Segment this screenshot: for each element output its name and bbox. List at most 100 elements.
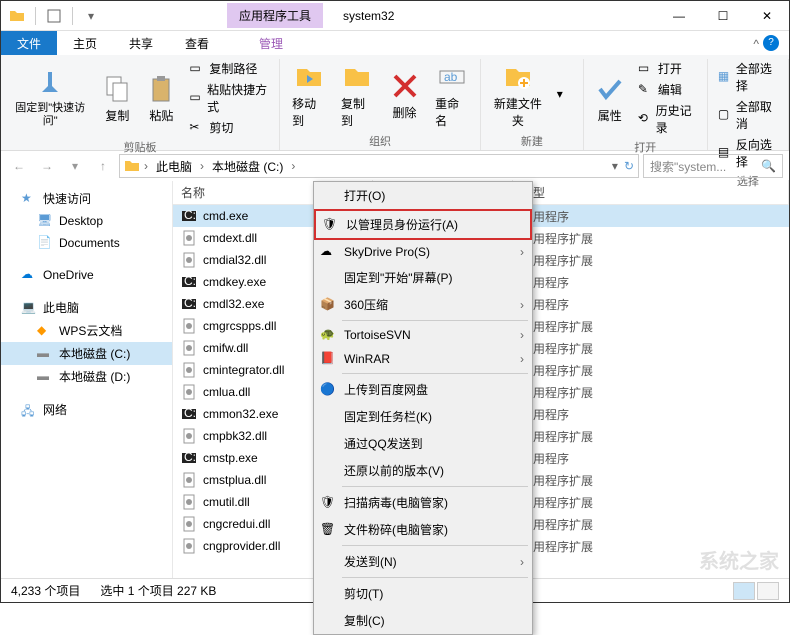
sidebar-item-pc[interactable]: 💻此电脑: [1, 296, 172, 319]
context-item[interactable]: 🗑文件粉碎(电脑管家): [314, 516, 532, 543]
maximize-button[interactable]: ☐: [701, 2, 745, 30]
crumb-disk[interactable]: 本地磁盘 (C:): [208, 156, 287, 177]
chevron-right-icon[interactable]: ›: [198, 159, 206, 173]
context-item[interactable]: 🛡扫描病毒(电脑管家): [314, 489, 532, 516]
address-dropdown-icon[interactable]: ▾: [612, 159, 618, 173]
selectnone-icon: ▢: [718, 107, 732, 123]
forward-button[interactable]: →: [35, 154, 59, 178]
context-item[interactable]: 还原以前的版本(V): [314, 457, 532, 484]
moveto-button[interactable]: 移动到: [286, 59, 331, 131]
svg-text:ab: ab: [444, 70, 458, 84]
refresh-icon[interactable]: ↻: [624, 159, 634, 173]
back-button[interactable]: ←: [7, 154, 31, 178]
tab-manage[interactable]: 管理: [243, 31, 299, 56]
minimize-button[interactable]: —: [657, 2, 701, 30]
search-input[interactable]: 搜索"system...🔍: [643, 154, 783, 178]
context-item[interactable]: 复制(C): [314, 607, 532, 634]
sidebar-item-diskc[interactable]: ▬本地磁盘 (C:): [1, 342, 172, 365]
file-type: 应用程序: [513, 208, 789, 225]
context-item[interactable]: 📦360压缩›: [314, 291, 532, 318]
rename-button[interactable]: ab重命名: [429, 59, 474, 131]
wps-icon: ◆: [37, 323, 53, 339]
tab-home[interactable]: 主页: [57, 31, 113, 55]
sidebar-item-onedrive[interactable]: ☁OneDrive: [1, 264, 172, 286]
copypath-button[interactable]: ▭复制路径: [185, 59, 273, 78]
context-item[interactable]: 🐢TortoiseSVN›: [314, 323, 532, 347]
properties-label: 属性: [598, 107, 622, 124]
watermark: 系统之家: [699, 545, 779, 574]
properties-icon[interactable]: [46, 8, 62, 24]
chevron-right-icon[interactable]: ›: [142, 159, 150, 173]
sidebar-item-diskd[interactable]: ▬本地磁盘 (D:): [1, 365, 172, 388]
context-label: 文件粉碎(电脑管家): [344, 521, 448, 538]
context-item[interactable]: 通过QQ发送到: [314, 430, 532, 457]
sidebar-diskd-label: 本地磁盘 (D:): [59, 368, 130, 385]
newitem-button[interactable]: ▾: [553, 86, 577, 104]
sidebar-item-network[interactable]: 🖧网络: [1, 398, 172, 421]
help-icon[interactable]: ?: [763, 35, 779, 51]
pasteshortcut-button[interactable]: ▭粘贴快捷方式: [185, 80, 273, 116]
sidebar-item-desktop[interactable]: 🖥Desktop: [1, 210, 172, 232]
exe-icon: C:\: [181, 274, 197, 290]
context-item[interactable]: 📕WinRAR›: [314, 347, 532, 371]
open-button[interactable]: ▭打开: [634, 59, 701, 78]
ribbon-group-new: 新建文件夹 ▾ 新建: [481, 59, 584, 150]
quick-access-toolbar: ▾: [1, 7, 107, 25]
col-type[interactable]: 类型: [513, 180, 789, 205]
breadcrumb[interactable]: › 此电脑 › 本地磁盘 (C:) › ▾ ↻: [119, 154, 639, 178]
newfolder-button[interactable]: 新建文件夹: [487, 59, 549, 131]
up-button[interactable]: ↑: [91, 154, 115, 178]
file-type: 应用程序扩展: [513, 318, 789, 335]
paste-button[interactable]: 粘贴: [141, 71, 181, 126]
selectall-label: 全部选择: [736, 60, 778, 94]
edit-button[interactable]: ✎编辑: [634, 80, 701, 99]
file-type: 应用程序扩展: [513, 362, 789, 379]
exe-icon: C:\: [181, 208, 197, 224]
chevron-right-icon[interactable]: ›: [289, 159, 297, 173]
context-item[interactable]: 固定到任务栏(K): [314, 403, 532, 430]
sidebar-item-documents[interactable]: 📄Documents: [1, 232, 172, 254]
tab-share[interactable]: 共享: [113, 31, 169, 55]
new-group-label: 新建: [521, 131, 543, 151]
delete-button[interactable]: 删除: [384, 68, 425, 123]
details-view-button[interactable]: [733, 582, 755, 600]
context-item[interactable]: 🛡以管理员身份运行(A): [314, 209, 532, 240]
context-item[interactable]: 固定到"开始"屏幕(P): [314, 264, 532, 291]
sidebar-item-wps[interactable]: ◆WPS云文档: [1, 319, 172, 342]
selectall-button[interactable]: ▦全部选择: [714, 59, 782, 95]
properties-button[interactable]: 属性: [590, 71, 630, 126]
recent-button[interactable]: ▾: [63, 154, 87, 178]
context-label: 360压缩: [344, 296, 388, 313]
pin-button[interactable]: 固定到"快速访问": [7, 66, 93, 130]
context-item[interactable]: 🔵上传到百度网盘: [314, 376, 532, 403]
context-item[interactable]: ☁SkyDrive Pro(S)›: [314, 240, 532, 264]
collapse-ribbon-icon[interactable]: ^: [753, 37, 759, 51]
dll-icon: [181, 516, 197, 532]
context-item[interactable]: 打开(O): [314, 182, 532, 209]
history-button[interactable]: ⟲历史记录: [634, 101, 701, 137]
tab-file[interactable]: 文件: [1, 31, 57, 55]
file-name: cmdl32.exe: [203, 297, 264, 311]
close-button[interactable]: ✕: [745, 2, 789, 30]
pin-icon: [34, 68, 66, 100]
tab-view[interactable]: 查看: [169, 31, 225, 55]
sidebar-pc-label: 此电脑: [43, 299, 79, 316]
copy-button[interactable]: 复制: [97, 71, 137, 126]
path-icon: ▭: [189, 61, 205, 77]
file-name: cmgrcspps.dll: [203, 319, 276, 333]
paste-label: 粘贴: [149, 107, 173, 124]
crumb-pc[interactable]: 此电脑: [152, 156, 196, 177]
view-mode-buttons: [733, 582, 779, 600]
icons-view-button[interactable]: [757, 582, 779, 600]
chevron-down-icon[interactable]: ▾: [83, 8, 99, 24]
exe-icon: C:\: [181, 296, 197, 312]
main-area: ★快速访问 🖥Desktop 📄Documents ☁OneDrive 💻此电脑…: [1, 181, 789, 581]
cut-button[interactable]: ✂剪切: [185, 118, 273, 137]
file-type: 应用程序: [513, 274, 789, 291]
ribbon-group-select: ▦全部选择 ▢全部取消 ▤反向选择 选择: [708, 59, 789, 150]
copyto-button[interactable]: 复制到: [335, 59, 380, 131]
context-item[interactable]: 发送到(N)›: [314, 548, 532, 575]
selectnone-button[interactable]: ▢全部取消: [714, 97, 782, 133]
sidebar-item-quick[interactable]: ★快速访问: [1, 187, 172, 210]
shortcut-icon: ▭: [189, 90, 203, 106]
